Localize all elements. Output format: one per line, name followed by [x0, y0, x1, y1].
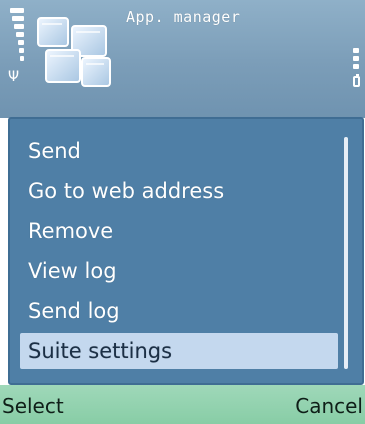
select-softkey[interactable]: Select [2, 385, 64, 424]
cancel-softkey[interactable]: Cancel [295, 385, 363, 424]
menu-scrollbar[interactable] [344, 137, 348, 369]
phone-screen: Ψ App. manager Send Go to web address Re… [0, 0, 365, 424]
battery-level-indicator [351, 48, 359, 74]
menu-item-suite-settings[interactable]: Suite settings [20, 333, 338, 369]
status-pane: Ψ App. manager [0, 0, 365, 118]
menu-item-view-log[interactable]: View log [20, 253, 338, 289]
menu-item-go-to-web-address[interactable]: Go to web address [20, 173, 338, 209]
options-menu: Send Go to web address Remove View log S… [8, 117, 364, 385]
softkey-pane: Select Cancel [0, 385, 365, 424]
menu-item-send[interactable]: Send [20, 133, 338, 169]
menu-item-send-log[interactable]: Send log [20, 293, 338, 329]
app-manager-icon [36, 14, 114, 90]
battery-icon [353, 74, 360, 87]
menu-scrollbar-thumb[interactable] [344, 137, 348, 369]
signal-strength-indicator [10, 8, 24, 64]
menu-item-remove[interactable]: Remove [20, 213, 338, 249]
antenna-icon: Ψ [8, 69, 20, 85]
app-title: App. manager [126, 8, 241, 26]
